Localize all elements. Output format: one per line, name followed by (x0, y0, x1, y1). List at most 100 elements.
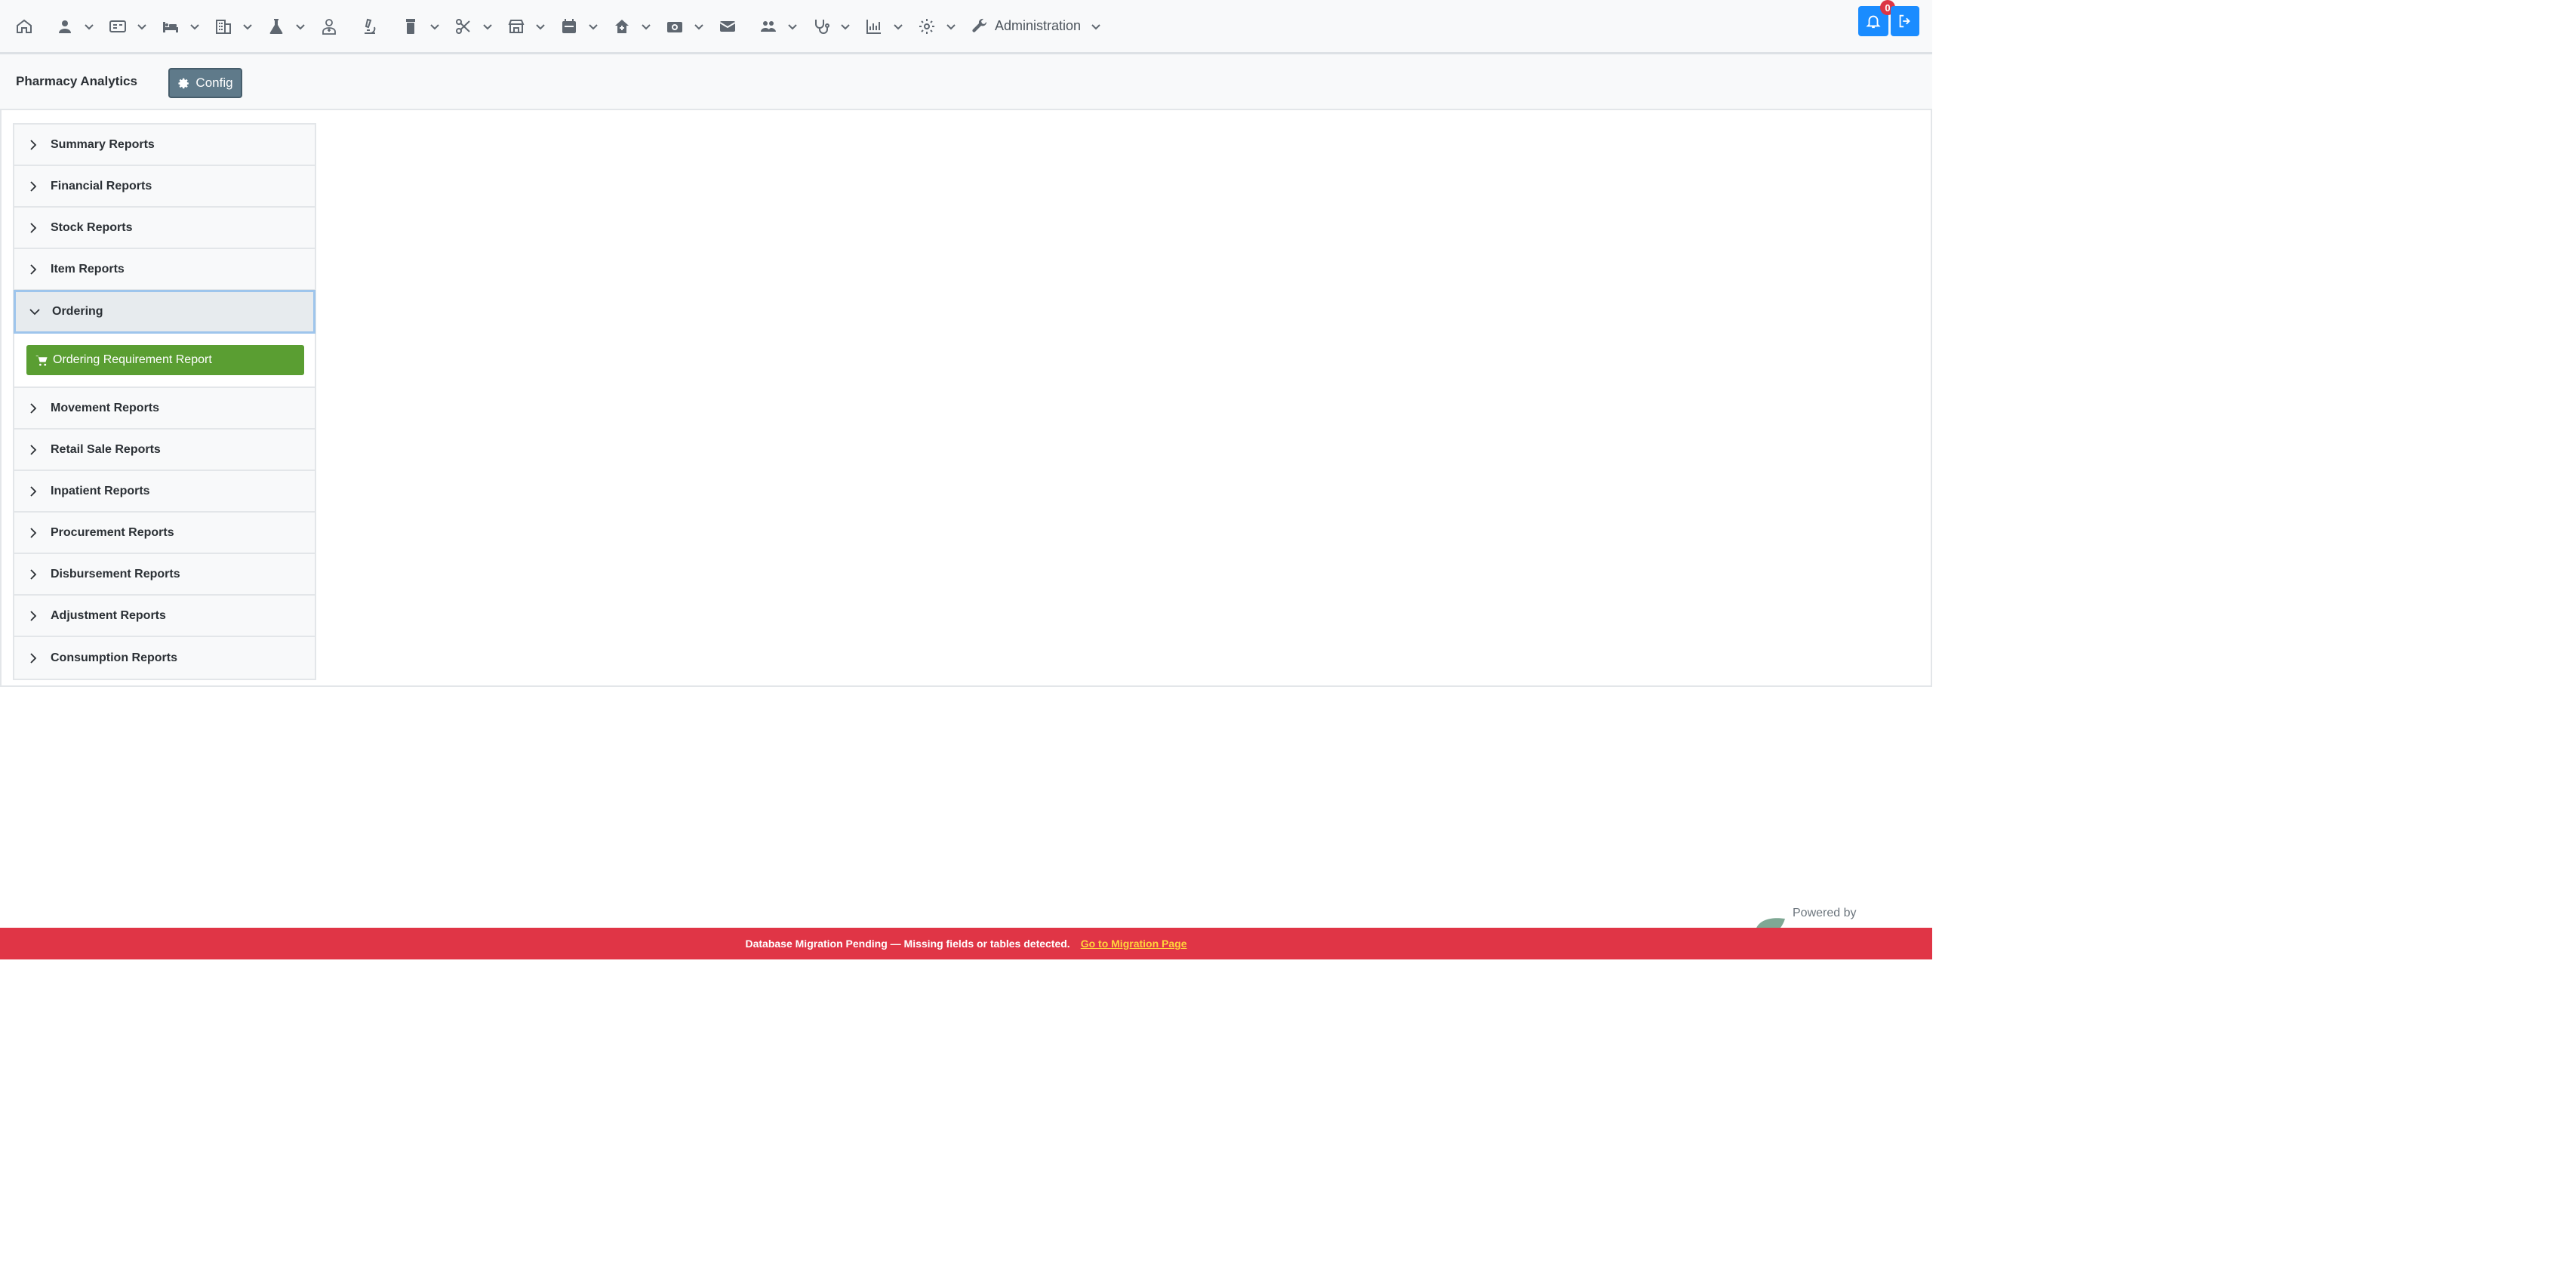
accordion-inpatient-reports[interactable]: Inpatient Reports (14, 471, 315, 513)
chevron-down-icon (85, 23, 94, 29)
accordion-label: Ordering (52, 305, 103, 318)
chevron-down-icon (589, 23, 598, 29)
pill-bottle-icon (406, 18, 415, 34)
chevron-down-icon (894, 23, 903, 29)
logout-icon (1899, 14, 1910, 28)
config-button[interactable]: Config (168, 68, 242, 98)
bed-icon (163, 21, 178, 32)
migration-page-link[interactable]: Go to Migration Page (1081, 938, 1187, 950)
nav-clinic[interactable] (613, 0, 652, 54)
chevron-down-icon (430, 23, 439, 29)
chevron-down-icon (243, 23, 252, 29)
bell-icon (1866, 15, 1881, 29)
accordion-label: Retail Sale Reports (51, 442, 161, 456)
nav-doctor[interactable] (320, 0, 338, 54)
brand-logo (1751, 913, 1789, 928)
nav-imaging[interactable] (666, 0, 705, 54)
page-header: Pharmacy Analytics Config (0, 54, 1932, 110)
ordering-requirement-report-button[interactable]: Ordering Requirement Report (26, 345, 304, 375)
nav-inpatient[interactable] (162, 0, 201, 54)
nav-cards[interactable] (109, 0, 148, 54)
id-card-icon (109, 20, 126, 32)
nav-reports[interactable] (865, 0, 904, 54)
nav-messages[interactable] (719, 0, 737, 54)
nav-administration[interactable]: Administration (971, 0, 1102, 54)
nav-facility[interactable] (214, 0, 254, 54)
leaf-logo-icon (1756, 918, 1785, 928)
accordion-stock-reports[interactable]: Stock Reports (14, 208, 315, 249)
envelope-icon (719, 20, 736, 32)
nav-staff[interactable] (759, 0, 799, 54)
chevron-right-icon (30, 527, 37, 538)
accordion-label: Procurement Reports (51, 525, 174, 539)
gear-icon (919, 18, 934, 34)
ordering-button-label: Ordering Requirement Report (53, 353, 212, 366)
accordion-item-reports[interactable]: Item Reports (14, 249, 315, 291)
nav-theatre[interactable] (454, 0, 494, 54)
wrench-icon (972, 18, 987, 32)
chevron-down-icon (1091, 23, 1100, 29)
accordion-label: Adjustment Reports (51, 608, 166, 622)
house-medical-icon (615, 19, 629, 33)
chevron-right-icon (30, 444, 37, 455)
accordion-label: Financial Reports (51, 179, 152, 192)
administration-label: Administration (995, 18, 1082, 33)
accordion-label: Item Reports (51, 262, 125, 276)
accordion-label: Inpatient Reports (51, 484, 150, 497)
top-navbar: Administration (0, 0, 1932, 54)
accordion-label: Summary Reports (51, 137, 155, 151)
chevron-right-icon (30, 263, 37, 275)
nav-microscope[interactable] (361, 0, 379, 54)
accordion-label: Stock Reports (51, 220, 133, 234)
nav-clinical[interactable] (812, 0, 851, 54)
users-icon (761, 20, 776, 32)
nav-home[interactable] (15, 0, 33, 54)
chevron-down-icon (536, 23, 545, 29)
flask-icon (269, 18, 283, 34)
nav-appointments[interactable] (560, 0, 599, 54)
accordion-retail-sale-reports[interactable]: Retail Sale Reports (14, 430, 315, 471)
chevron-down-icon (946, 23, 956, 29)
chevron-right-icon (30, 610, 37, 621)
accordion-financial-reports[interactable]: Financial Reports (14, 166, 315, 208)
migration-warning-text: Database Migration Pending — Missing fie… (745, 938, 1070, 950)
chevron-right-icon (30, 568, 37, 580)
accordion-ordering[interactable]: Ordering (14, 290, 315, 334)
chevron-right-icon (30, 402, 37, 414)
cart-icon (35, 355, 48, 366)
chevron-right-icon (30, 485, 37, 497)
accordion-adjustment-reports[interactable]: Adjustment Reports (14, 596, 315, 637)
accordion-consumption-reports[interactable]: Consumption Reports (14, 637, 315, 679)
accordion-label: Disbursement Reports (51, 567, 180, 580)
scissors-icon (456, 18, 470, 34)
accordion-summary-reports[interactable]: Summary Reports (14, 125, 315, 166)
nav-store[interactable] (507, 0, 546, 54)
page-title: Pharmacy Analytics (16, 74, 137, 88)
accordion-label: Movement Reports (51, 401, 160, 414)
chevron-down-icon (29, 309, 40, 316)
accordion-procurement-reports[interactable]: Procurement Reports (14, 513, 315, 554)
nav-patients[interactable] (56, 0, 95, 54)
store-icon (508, 19, 525, 33)
doctor-icon (322, 18, 336, 35)
gear-icon (178, 78, 189, 88)
chevron-down-icon (137, 23, 146, 29)
accordion-label: Consumption Reports (51, 651, 177, 664)
app-root: Administration 0 Pharmacy Analytics Conf… (0, 0, 2576, 1278)
migration-warning-bar: Database Migration Pending — Missing fie… (0, 928, 1932, 959)
accordion-disbursement-reports[interactable]: Disbursement Reports (14, 554, 315, 596)
report-accordion: Summary Reports Financial Reports Stock … (13, 123, 316, 680)
logout-button[interactable] (1891, 6, 1919, 36)
chevron-down-icon (694, 23, 703, 29)
chevron-right-icon (30, 652, 37, 664)
accordion-ordering-body: Ordering Requirement Report (14, 334, 315, 388)
chevron-down-icon (841, 23, 850, 29)
user-icon (59, 20, 71, 33)
accordion-movement-reports[interactable]: Movement Reports (14, 388, 315, 430)
chevron-down-icon (296, 23, 305, 29)
nav-settings[interactable] (918, 0, 957, 54)
nav-lab[interactable] (267, 0, 306, 54)
config-label: Config (195, 75, 233, 90)
powered-by-text: Powered by (1793, 907, 1857, 919)
nav-pharmacy[interactable] (402, 0, 441, 54)
